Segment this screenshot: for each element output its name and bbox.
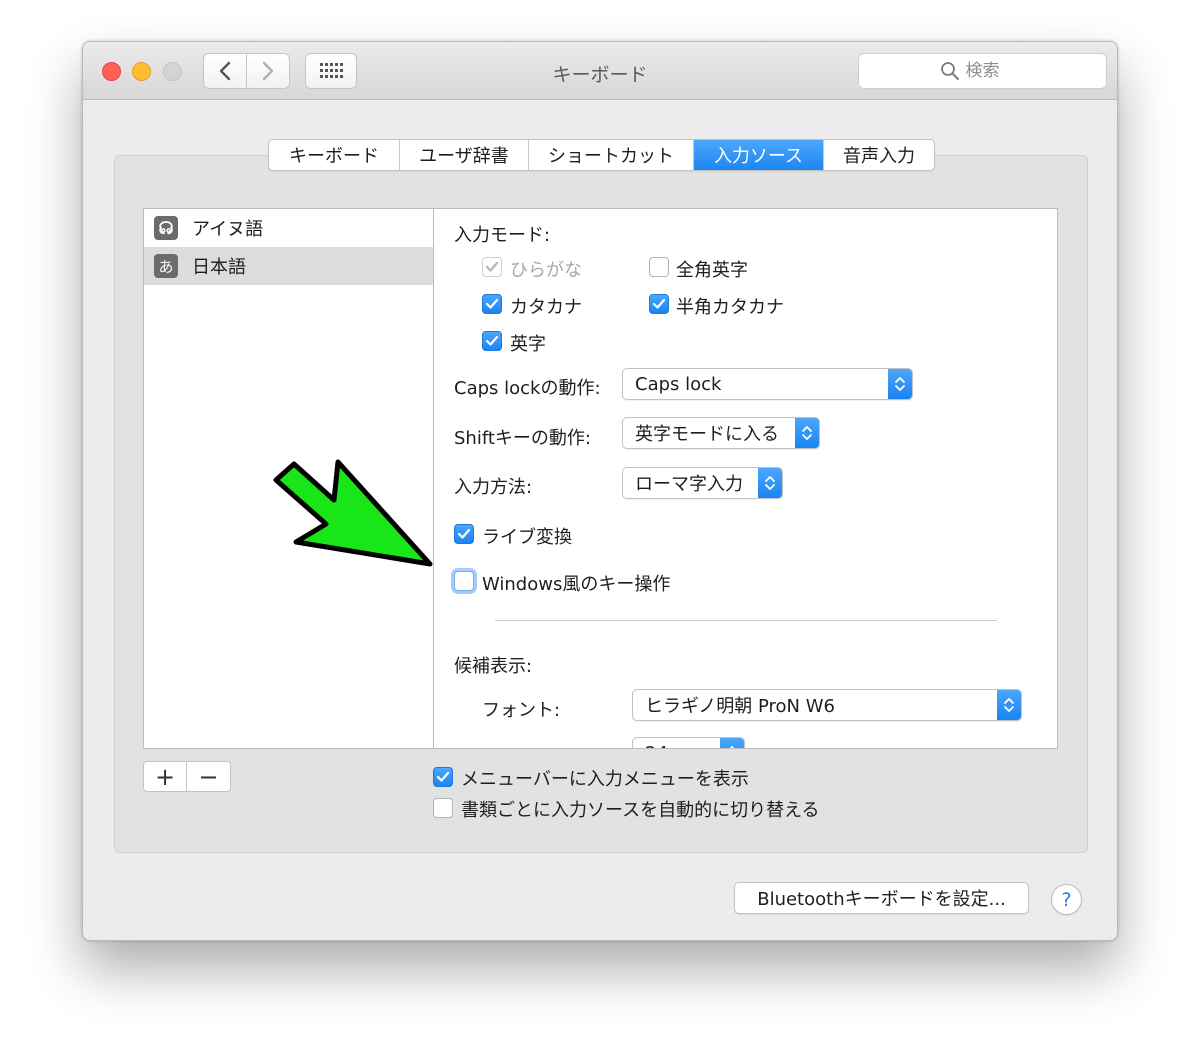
input-source-options: 入力モード: ひらがな 全角英字 カタカナ 半角カタカナ 英字 Caps loc…: [433, 208, 1058, 749]
candidate-font-value: ヒラギノ明朝 ProN W6: [645, 696, 835, 717]
katakana-label: カタカナ: [510, 297, 582, 318]
checkmark-icon: [652, 298, 666, 309]
input-method-popup[interactable]: ローマ字入力: [622, 467, 783, 499]
list-add-remove-control: + −: [143, 761, 231, 792]
halfwidth-katakana-label: 半角カタカナ: [676, 297, 784, 318]
tab-input-sources[interactable]: 入力ソース: [694, 140, 824, 170]
tab-shortcuts[interactable]: ショートカット: [529, 140, 694, 170]
checkmark-icon: [485, 335, 499, 346]
updown-arrows-icon: [758, 468, 782, 498]
search-input[interactable]: [965, 61, 1026, 81]
live-conversion-label: ライブ変換: [482, 527, 572, 548]
show-input-menu-label: メニューバーに入力メニューを表示: [461, 769, 749, 790]
checkmark-icon: [485, 261, 499, 272]
caps-lock-popup[interactable]: Caps lock: [622, 368, 913, 400]
source-item-label: アイヌ語: [192, 219, 264, 240]
caps-lock-label: Caps lockの動作:: [454, 378, 601, 399]
updown-arrows-icon: [795, 418, 819, 448]
checkmark-icon: [436, 771, 450, 782]
source-item-japanese[interactable]: あ 日本語: [144, 247, 433, 285]
updown-arrows-icon: [997, 690, 1021, 720]
help-button[interactable]: ?: [1051, 884, 1082, 915]
halfwidth-katakana-checkbox[interactable]: [649, 294, 669, 314]
keyboard-preferences-window: キーボード キーボード ユーザ辞書 ショートカット 入力ソース 音声入力 アイヌ…: [82, 41, 1118, 941]
hiragana-checkbox[interactable]: [482, 257, 502, 277]
candidate-font-label: フォント:: [482, 700, 561, 721]
tab-keyboard[interactable]: キーボード: [269, 140, 400, 170]
add-source-button[interactable]: +: [144, 762, 187, 791]
source-item-label: 日本語: [192, 257, 246, 278]
shift-key-popup[interactable]: 英字モードに入る: [622, 417, 820, 449]
shift-key-value: 英字モードに入る: [635, 424, 779, 445]
live-conversion-checkbox[interactable]: [454, 524, 474, 544]
auto-switch-label: 書類ごとに入力ソースを自動的に切り替える: [461, 800, 820, 821]
windows-keys-checkbox[interactable]: [454, 571, 474, 591]
hiragana-label: ひらがな: [510, 260, 582, 281]
show-input-menu-checkbox[interactable]: [433, 767, 453, 787]
title-bar: キーボード: [83, 42, 1117, 100]
input-method-label: 入力方法:: [454, 477, 533, 498]
checkmark-icon: [485, 298, 499, 309]
updown-arrows-icon: [720, 738, 744, 748]
source-item-ainu[interactable]: アイヌ語: [144, 209, 433, 247]
japanese-a-icon: あ: [154, 254, 178, 278]
candidate-size-value: 24: [633, 743, 720, 749]
checkmark-icon: [457, 528, 471, 539]
roman-label: 英字: [510, 334, 546, 355]
input-mode-label: 入力モード:: [454, 225, 551, 246]
katakana-checkbox[interactable]: [482, 294, 502, 314]
setup-bluetooth-keyboard-button[interactable]: Bluetoothキーボードを設定...: [734, 882, 1029, 914]
updown-arrows-icon: [888, 369, 912, 399]
input-method-value: ローマ字入力: [635, 474, 743, 495]
remove-source-button[interactable]: −: [187, 762, 230, 791]
search-field[interactable]: [858, 53, 1107, 89]
caps-lock-value: Caps lock: [635, 373, 722, 395]
candidate-size-popup[interactable]: 24: [632, 737, 745, 749]
ainu-language-icon: [154, 216, 178, 240]
tab-user-dictionary[interactable]: ユーザ辞書: [400, 140, 529, 170]
tab-dictation[interactable]: 音声入力: [824, 140, 934, 170]
auto-switch-checkbox[interactable]: [433, 798, 453, 818]
shift-key-label: Shiftキーの動作:: [454, 428, 591, 449]
section-divider: [495, 620, 997, 621]
windows-keys-label: Windows風のキー操作: [482, 574, 671, 595]
search-icon: [940, 62, 959, 80]
fullwidth-roman-label: 全角英字: [676, 260, 748, 281]
candidate-font-popup[interactable]: ヒラギノ明朝 ProN W6: [632, 689, 1022, 721]
roman-checkbox[interactable]: [482, 331, 502, 351]
candidates-label: 候補表示:: [454, 656, 533, 677]
fullwidth-roman-checkbox[interactable]: [649, 257, 669, 277]
annotation-arrow-icon: [273, 459, 433, 567]
tab-bar: キーボード ユーザ辞書 ショートカット 入力ソース 音声入力: [268, 139, 935, 171]
